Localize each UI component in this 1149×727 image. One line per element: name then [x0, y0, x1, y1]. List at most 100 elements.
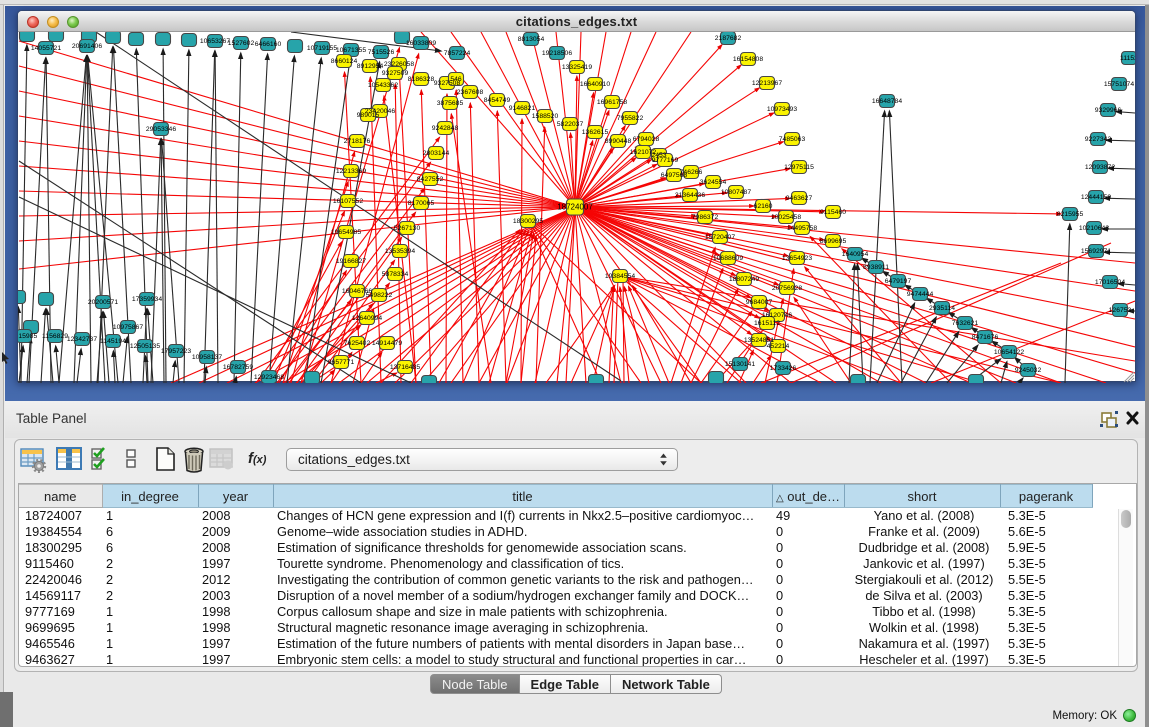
svg-text:3915985: 3915985: [18, 333, 37, 340]
svg-text:7632621: 7632621: [952, 320, 979, 327]
svg-text:8938911: 8938911: [863, 264, 889, 271]
svg-text:546: 546: [450, 76, 462, 83]
svg-text:8912954: 8912954: [357, 63, 384, 70]
svg-text:1733426: 1733426: [770, 365, 797, 372]
svg-text:6497568: 6497568: [661, 172, 688, 179]
svg-text:7857224: 7857224: [444, 50, 471, 57]
svg-text:16033809: 16033809: [406, 40, 436, 47]
svg-text:10688609: 10688609: [713, 255, 743, 262]
svg-text:7625402: 7625402: [344, 340, 371, 347]
svg-text:21364436: 21364436: [675, 192, 705, 199]
svg-text:20200571: 20200571: [88, 299, 118, 306]
svg-text:16107552: 16107552: [333, 198, 363, 205]
svg-text:15692971: 15692971: [1081, 248, 1111, 255]
svg-text:10210643: 10210643: [1079, 225, 1109, 232]
svg-text:452214: 452214: [767, 343, 790, 350]
svg-text:7485063: 7485063: [779, 136, 806, 143]
svg-text:10671355: 10671355: [336, 47, 366, 54]
svg-text:2187682: 2187682: [715, 35, 742, 42]
svg-text:9463627: 9463627: [786, 195, 813, 202]
svg-text:2935114: 2935114: [929, 305, 955, 312]
svg-text:13716485: 13716485: [390, 364, 420, 371]
svg-text:9684007: 9684007: [746, 299, 773, 306]
svg-text:19166827: 19166827: [336, 258, 366, 265]
svg-text:1615112: 1615112: [754, 320, 780, 327]
svg-text:2718176: 2718176: [344, 138, 371, 145]
svg-text:6794028: 6794028: [633, 136, 660, 143]
svg-text:8215955: 8215955: [1057, 211, 1084, 218]
svg-text:18807249: 18807249: [729, 276, 759, 283]
svg-text:12923468: 12923468: [254, 374, 284, 381]
svg-text:10654122: 10654122: [994, 349, 1024, 356]
svg-text:10719155: 10719155: [307, 45, 337, 52]
svg-text:13325419: 13325419: [562, 64, 592, 71]
svg-text:9329966: 9329966: [1095, 107, 1122, 114]
svg-text:126753: 126753: [1109, 307, 1132, 314]
svg-text:16648784: 16648784: [872, 98, 902, 105]
svg-text:9115460: 9115460: [820, 209, 846, 216]
svg-text:14914479: 14914479: [372, 340, 402, 347]
svg-text:15130141: 15130141: [725, 361, 755, 368]
svg-text:13535394: 13535394: [385, 248, 415, 255]
svg-text:12213369: 12213369: [336, 168, 366, 175]
svg-text:12093872: 12093872: [1085, 164, 1115, 171]
svg-text:5267130: 5267130: [394, 225, 421, 232]
svg-text:5498222: 5498222: [366, 292, 393, 299]
svg-text:16120746: 16120746: [762, 312, 792, 319]
svg-text:16640910: 16640910: [580, 81, 610, 88]
svg-text:9327509: 9327509: [382, 70, 409, 77]
svg-text:12640994: 12640994: [352, 315, 382, 322]
svg-text:9227342: 9227342: [1085, 136, 1112, 143]
svg-text:16961758: 16961758: [597, 99, 627, 106]
svg-text:8660124: 8660124: [331, 58, 358, 65]
svg-text:8990448: 8990448: [605, 138, 632, 145]
svg-text:14495758: 14495758: [787, 225, 817, 232]
svg-text:10653267: 10653267: [200, 38, 230, 45]
svg-text:14055721: 14055721: [31, 45, 61, 52]
svg-text:8471676: 8471676: [972, 334, 999, 341]
svg-text:20756928: 20756928: [772, 285, 802, 292]
svg-text:1588520: 1588520: [532, 113, 559, 120]
svg-text:7955822: 7955822: [617, 115, 644, 122]
svg-text:16154808: 16154808: [733, 56, 763, 63]
svg-text:2367608: 2367608: [457, 89, 484, 96]
svg-text:9242848: 9242848: [432, 125, 459, 132]
svg-text:10543362: 10543362: [368, 82, 398, 89]
svg-text:2803144: 2803144: [423, 150, 450, 157]
svg-text:9245032: 9245032: [1015, 367, 1042, 374]
svg-text:62160: 62160: [754, 203, 773, 210]
svg-text:17359934: 17359934: [132, 296, 162, 303]
svg-text:5822037: 5822037: [557, 121, 584, 128]
svg-text:10975867: 10975867: [113, 324, 143, 331]
svg-text:15720407: 15720407: [705, 234, 735, 241]
svg-text:9474444: 9474444: [907, 291, 934, 298]
svg-text:10973493: 10973493: [767, 106, 797, 113]
svg-text:8186328: 8186328: [408, 76, 435, 83]
svg-text:8813054: 8813054: [518, 36, 545, 43]
svg-text:23226058: 23226058: [384, 61, 414, 68]
svg-text:29053346: 29053346: [146, 126, 176, 133]
svg-text:9657771: 9657771: [328, 359, 355, 366]
svg-text:9777169: 9777169: [652, 157, 679, 164]
svg-text:5878334: 5878334: [382, 271, 409, 278]
svg-text:19218506: 19218506: [542, 50, 572, 57]
svg-text:7986372: 7986372: [692, 214, 719, 221]
svg-text:12975115: 12975115: [784, 164, 814, 171]
svg-text:9146821: 9146821: [509, 105, 536, 112]
svg-text:3624554: 3624554: [700, 179, 727, 186]
svg-text:13654923: 13654923: [782, 255, 812, 262]
svg-text:8454749: 8454749: [484, 97, 511, 104]
svg-text:15751074: 15751074: [1104, 81, 1134, 88]
svg-text:3875685: 3875685: [437, 100, 464, 107]
svg-text:19384554: 19384554: [605, 273, 635, 280]
svg-text:17957223: 17957223: [161, 348, 191, 355]
svg-text:11152: 11152: [1120, 55, 1135, 62]
svg-text:6466160: 6466160: [255, 41, 282, 48]
svg-text:1156829: 1156829: [42, 333, 68, 340]
svg-text:1362615: 1362615: [582, 129, 609, 136]
svg-text:7515526: 7515526: [368, 49, 395, 56]
svg-text:10025458: 10025458: [771, 214, 801, 221]
svg-text:8699695: 8699695: [820, 238, 847, 245]
svg-text:8427552: 8427552: [417, 176, 444, 183]
svg-text:12444159: 12444159: [1081, 194, 1111, 201]
